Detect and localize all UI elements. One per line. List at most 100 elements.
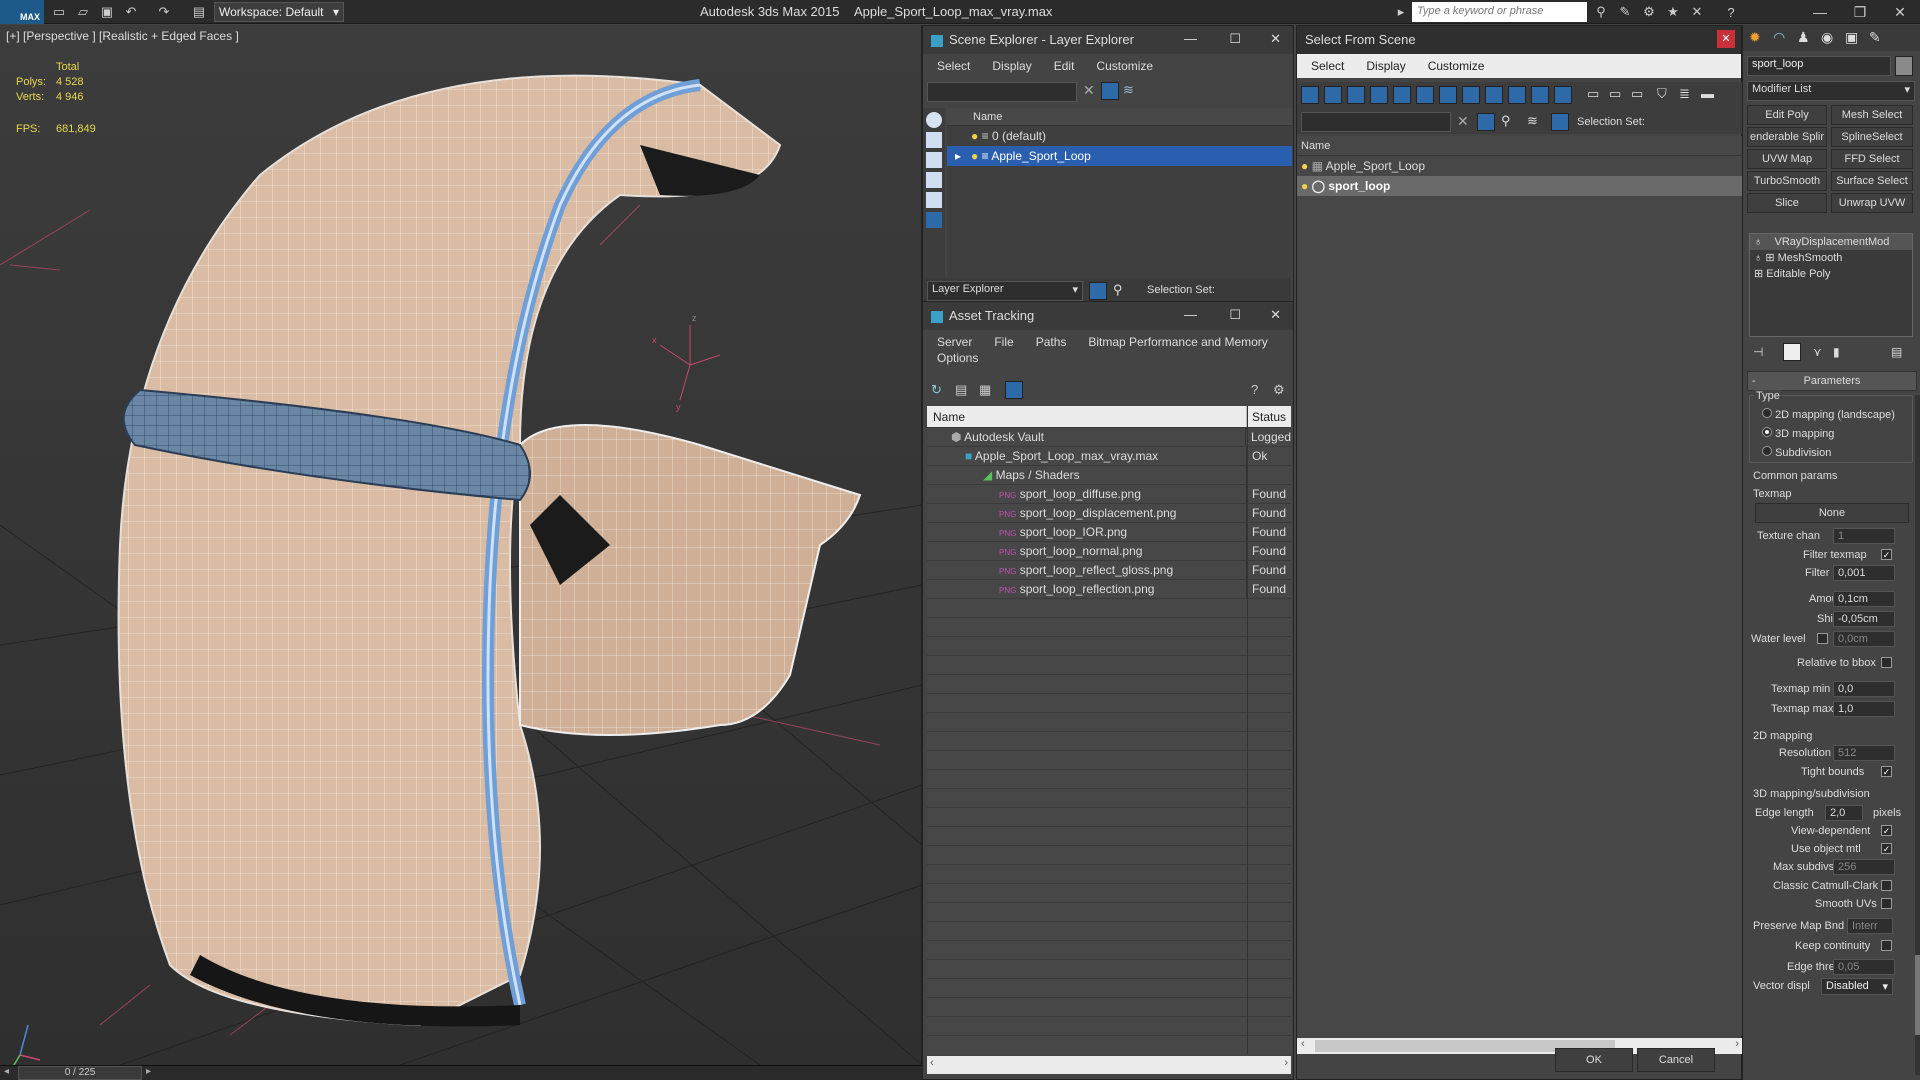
hierarchy-tab-icon[interactable]: ♟ [1797,29,1810,46]
modifier-ffd-select-button[interactable]: FFD Select [1831,149,1913,169]
relative-bbox-checkbox[interactable] [1881,657,1892,668]
display-invert-icon[interactable]: ▭ [1631,86,1643,102]
asset-row[interactable]: PNG sport_loop_diffuse.png Found [927,485,1291,504]
show-end-result-icon[interactable] [1783,343,1801,361]
lightbulb-icon[interactable]: ♁ [1754,252,1762,264]
ok-button[interactable]: OK [1555,1048,1633,1072]
display-spacewarps-icon[interactable] [1416,86,1434,104]
layer-row-default[interactable]: ● ≡ 0 (default) [947,126,1292,146]
display-tab-icon[interactable]: ▣ [1845,29,1858,46]
display-geometry-icon[interactable] [926,132,942,148]
asset-row[interactable]: PNG sport_loop_IOR.png Found [927,523,1291,542]
explorer-type-dropdown[interactable]: Layer Explorer ▾ [927,281,1083,301]
radio-3d[interactable] [1762,427,1772,437]
object-name-field[interactable]: sport_loop [1747,56,1891,76]
display-helpers-icon[interactable] [926,212,942,228]
menu-customize[interactable]: Customize [1428,59,1485,73]
help-icon[interactable]: ? [1251,382,1258,397]
lightbulb-icon[interactable]: ● [971,129,978,143]
menu-display[interactable]: Display [1366,59,1405,73]
menu-customize[interactable]: Customize [1096,59,1153,73]
list-view-icon[interactable]: ▤ [955,382,967,398]
display-shapes-icon[interactable] [1324,86,1342,104]
project-folder-icon[interactable]: ▤ [190,3,208,21]
hierarchy-icon[interactable]: ≣ [1679,86,1690,102]
display-all-icon[interactable]: ▭ [1587,86,1599,102]
texmap-max-field[interactable]: 1,0 [1833,701,1895,717]
type-option-3d[interactable]: 3D mapping [1762,427,1834,440]
cancel-button[interactable]: Cancel [1637,1048,1715,1072]
texmap-min-field[interactable]: 0,0 [1833,681,1895,697]
time-slider-thumb[interactable]: 0 / 225 [18,1066,142,1080]
parameters-rollout-header[interactable]: - Parameters [1747,371,1917,391]
layer-options-icon[interactable]: ≋ [1123,82,1134,98]
display-helpers-icon[interactable] [1393,86,1411,104]
radio-subdivision[interactable] [1762,446,1772,456]
menu-bitmap-performance[interactable]: Bitmap Performance and Memory [1088,335,1267,349]
display-containers-icon[interactable] [1508,86,1526,104]
hierarchy-icon[interactable]: ⚲ [1113,282,1123,298]
clear-search-icon[interactable]: ✕ [1457,113,1469,130]
sort-icon[interactable]: ⚲ [1501,113,1511,129]
stack-item-meshsmooth[interactable]: ♁ ⊞ MeshSmooth [1750,250,1912,266]
display-bones-icon[interactable] [1485,86,1503,104]
maximize-icon[interactable]: ❐ [1840,0,1880,24]
keep-continuity-checkbox[interactable] [1881,940,1892,951]
table-view-icon[interactable] [1005,381,1023,399]
select-from-scene-titlebar[interactable]: Select From Scene ✕ [1297,26,1741,54]
minimize-icon[interactable]: — [1800,0,1840,24]
modifier-mesh-select-button[interactable]: Mesh Select [1831,105,1913,125]
utilities-tab-icon[interactable]: ✎ [1869,29,1881,46]
lightbulb-icon[interactable]: ● [1301,159,1308,173]
asset-tracking-titlebar[interactable]: Asset Tracking — ☐ ✕ [923,302,1293,330]
maximize-icon[interactable]: ☐ [1229,307,1241,323]
time-prev-icon[interactable]: ◂ [4,1066,9,1077]
scroll-left-icon[interactable]: ‹ [930,1057,934,1069]
remove-modifier-icon[interactable]: ▮ [1833,345,1840,359]
undo-icon[interactable]: ↶ [122,3,140,21]
collapse-icon[interactable]: - [1752,372,1756,390]
modifier-spline-select-button[interactable]: SplineSelect [1831,127,1913,147]
new-file-icon[interactable]: ▭ [50,3,68,21]
refresh-icon[interactable]: ↻ [931,382,942,398]
menu-paths[interactable]: Paths [1036,335,1067,349]
column-header-name[interactable]: Name [927,406,1247,427]
pin-stack-icon[interactable]: ⊣ [1753,345,1763,359]
workspace-dropdown[interactable]: Workspace: Default ▾ [214,2,344,22]
tight-bounds-checkbox[interactable]: ✓ [1881,766,1892,777]
binoculars-icon[interactable]: ⚲ [1592,3,1610,21]
water-level-field[interactable]: 0,0cm [1833,631,1895,647]
modifier-edit-poly-button[interactable]: Edit Poly [1747,105,1827,125]
texture-chan-field[interactable]: 1 [1833,528,1895,544]
close-icon[interactable]: ✕ [1270,31,1281,47]
modify-tab-icon[interactable]: ◠ [1773,29,1785,46]
viewport-label[interactable]: [+] [Perspective ] [Realistic + Edged Fa… [6,29,239,43]
scroll-right-icon[interactable]: › [1735,1038,1739,1050]
asset-row[interactable]: PNG sport_loop_reflect_gloss.png Found [927,561,1291,580]
display-xrefs-icon[interactable] [1462,86,1480,104]
menu-edit[interactable]: Edit [1054,59,1075,73]
column-header-name[interactable]: Name [947,108,1292,126]
radio-2d[interactable] [1762,408,1772,418]
amount-field[interactable]: 0,1cm [1833,591,1895,607]
shift-field[interactable]: -0,05cm [1833,611,1895,627]
app-logo[interactable]: MAX [0,0,44,24]
view-dependent-checkbox[interactable]: ✓ [1881,825,1892,836]
vector-displ-dropdown[interactable]: Disabled ▾ [1821,978,1893,995]
stack-item-vraydisplacement[interactable]: ♁ VRayDisplacementMod [1750,234,1912,250]
stack-item-editable-poly[interactable]: ⊞ Editable Poly [1750,266,1912,282]
lightbulb-icon[interactable]: ● [1301,179,1308,193]
display-lights-icon[interactable] [1347,86,1365,104]
display-lights-icon[interactable] [926,172,942,188]
scroll-right-icon[interactable]: › [1284,1057,1288,1069]
expand-arrow-icon[interactable]: ▸ [1392,3,1410,21]
display-cameras-icon[interactable] [1370,86,1388,104]
modifier-list-dropdown[interactable]: Modifier List ▾ [1747,81,1915,101]
column-header-status[interactable]: Status [1247,406,1291,427]
columns-icon[interactable]: ▬ [1701,86,1714,101]
configure-modifier-sets-icon[interactable]: ▤ [1891,345,1902,359]
column-header-name[interactable]: Name [1297,136,1743,156]
menu-select[interactable]: Select [937,59,970,73]
menu-display[interactable]: Display [992,59,1031,73]
scroll-left-icon[interactable]: ‹ [1301,1038,1305,1050]
